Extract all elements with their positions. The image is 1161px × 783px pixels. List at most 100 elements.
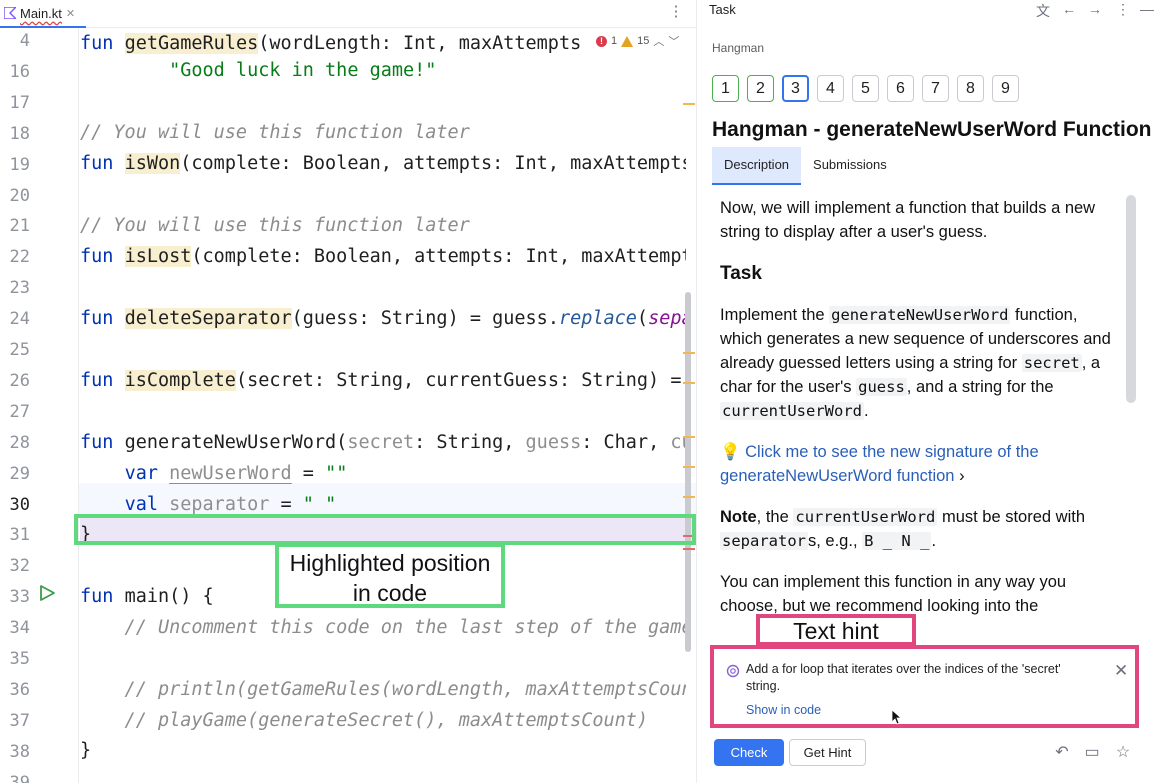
chevron-right-icon: › — [959, 467, 965, 485]
inline-code: secret — [1021, 354, 1082, 372]
line-number: 16 — [9, 61, 30, 82]
code-line: fun isComplete(secret: String, currentGu… — [80, 370, 682, 391]
line-number: 20 — [9, 185, 30, 206]
chevron-up-icon[interactable]: ︿ — [653, 33, 664, 49]
warning-stripe — [683, 382, 695, 384]
step-navigation: 1 2 3 4 5 6 7 8 9 — [712, 75, 1019, 102]
forward-arrow-icon[interactable]: → — [1087, 1, 1103, 17]
tab-submissions[interactable]: Submissions — [801, 147, 899, 185]
line-number: 25 — [9, 340, 30, 360]
line-number: 27 — [9, 401, 30, 422]
line-number: 33 — [9, 587, 30, 608]
line-number: 36 — [9, 679, 30, 700]
line-number: 35 — [9, 649, 30, 669]
note-paragraph: Note, the currentUserWord must be stored… — [720, 508, 1086, 550]
translate-icon[interactable]: 文 — [1035, 1, 1051, 21]
code-line: var newUserWord = "" — [124, 463, 348, 484]
code-line: // You will use this function later — [80, 122, 470, 143]
task-panel-header: Task 文 ← → ⋮ — — [697, 0, 1161, 22]
highlighted-position-label: Highlighted position in code — [275, 543, 505, 608]
editor-scrollbar[interactable] — [685, 292, 691, 652]
line-number: 34 — [9, 618, 30, 639]
task-heading: Hangman - generateNewUserWord Function — [712, 118, 1152, 141]
tab-description[interactable]: Description — [712, 147, 802, 185]
close-icon[interactable]: ✕ — [1114, 661, 1128, 681]
line-number: 29 — [9, 463, 30, 484]
hint-text: Add a for loop that iterates over the in… — [746, 662, 1061, 693]
close-tab-icon[interactable]: ✕ — [66, 7, 75, 20]
line-number: 28 — [9, 432, 30, 453]
more-options-icon[interactable]: ⋮ — [1115, 1, 1131, 18]
line-number: 26 — [9, 370, 30, 391]
step-1[interactable]: 1 — [712, 75, 739, 102]
editor-tab-bar: Main.kt ✕ ⋮ — [0, 0, 696, 28]
task-panel-title: Task — [709, 2, 736, 17]
comment-icon[interactable]: ▭ — [1083, 742, 1101, 762]
step-3[interactable]: 3 — [782, 75, 809, 102]
warning-stripe — [683, 352, 695, 354]
error-stripe — [683, 548, 695, 550]
signature-hint-link[interactable]: 💡 Click me to see the new signature of t… — [720, 440, 1120, 488]
line-number: 32 — [9, 556, 30, 577]
code-line: // playGame(generateSecret(), maxAttempt… — [80, 710, 649, 731]
text-hint-label: Text hint — [756, 614, 916, 646]
warning-stripe — [683, 436, 695, 438]
inline-code: currentUserWord — [720, 402, 864, 420]
chevron-down-icon[interactable]: ﹀ — [668, 33, 679, 49]
warning-stripe — [683, 496, 695, 498]
line-number: 18 — [9, 123, 30, 144]
minimize-icon[interactable]: — — [1139, 1, 1155, 17]
line-number: 24 — [9, 309, 30, 330]
description-scrollbar[interactable] — [1126, 195, 1136, 403]
line-number: 23 — [9, 278, 30, 299]
code-line: } — [80, 740, 92, 761]
step-8[interactable]: 8 — [957, 75, 984, 102]
task-tabs: Description Submissions — [712, 147, 899, 185]
inline-code: guess — [856, 378, 907, 396]
warning-icon — [621, 35, 634, 47]
warning-count: 15 — [637, 35, 650, 47]
inspection-widget[interactable]: ! 1 15 ︿ ﹀ — [592, 30, 680, 52]
code-line: fun isWon(complete: Boolean, attempts: I… — [80, 153, 686, 174]
inline-code: generateNewUserWord — [829, 306, 1011, 324]
file-tab-main-kt[interactable]: Main.kt ✕ — [0, 0, 86, 28]
undo-icon[interactable]: ↶ — [1053, 742, 1071, 762]
code-line: fun deleteSeparator(guess: String) = gue… — [80, 308, 686, 329]
line-number: 22 — [9, 247, 30, 268]
check-button[interactable]: Check — [714, 739, 784, 766]
step-6[interactable]: 6 — [887, 75, 914, 102]
task-description: Now, we will implement a function that b… — [720, 196, 1120, 636]
step-2[interactable]: 2 — [747, 75, 774, 102]
code-editor[interactable]: Main.kt ✕ ⋮ 4 16 17 18 19 20 21 22 23 24 25 26 27 28 2… — [0, 0, 696, 783]
line-number: 39 — [9, 772, 30, 783]
code-line: fun generateNewUserWord(secret: String, … — [80, 432, 686, 453]
description-intro: Now, we will implement a function that b… — [720, 199, 1096, 241]
more-options-icon[interactable]: ⋮ — [668, 2, 684, 22]
get-hint-button[interactable]: Get Hint — [789, 739, 866, 766]
warning-stripe — [683, 466, 695, 468]
show-in-code-link[interactable]: Show in code — [746, 703, 821, 717]
run-main-icon[interactable] — [38, 584, 56, 602]
highlighted-position-box — [74, 514, 696, 545]
error-icon: ! — [596, 35, 607, 47]
implementation-paragraph: You can implement this function in any w… — [720, 573, 1067, 615]
step-5[interactable]: 5 — [852, 75, 879, 102]
code-line: // You will use this function later — [80, 215, 470, 236]
back-arrow-icon[interactable]: ← — [1061, 1, 1077, 17]
inline-code: separator — [720, 532, 808, 550]
line-number: 31 — [9, 525, 30, 546]
line-number: 4 — [19, 31, 30, 51]
line-number: 19 — [9, 154, 30, 175]
star-icon[interactable]: ☆ — [1114, 742, 1132, 762]
line-number: 17 — [9, 92, 30, 113]
code-line: // Uncomment this code on the last step … — [80, 617, 686, 638]
line-number: 38 — [9, 741, 30, 762]
step-7[interactable]: 7 — [922, 75, 949, 102]
inline-code: B _ N _ — [862, 532, 932, 550]
step-4[interactable]: 4 — [817, 75, 844, 102]
code-line: "Good luck in the game!" — [169, 60, 437, 81]
code-area[interactable]: fun getGameRules(wordLength: Int, maxAtt… — [80, 28, 686, 783]
step-9[interactable]: 9 — [992, 75, 1019, 102]
kotlin-file-icon — [4, 7, 16, 19]
task-subheading: Task — [720, 263, 762, 284]
